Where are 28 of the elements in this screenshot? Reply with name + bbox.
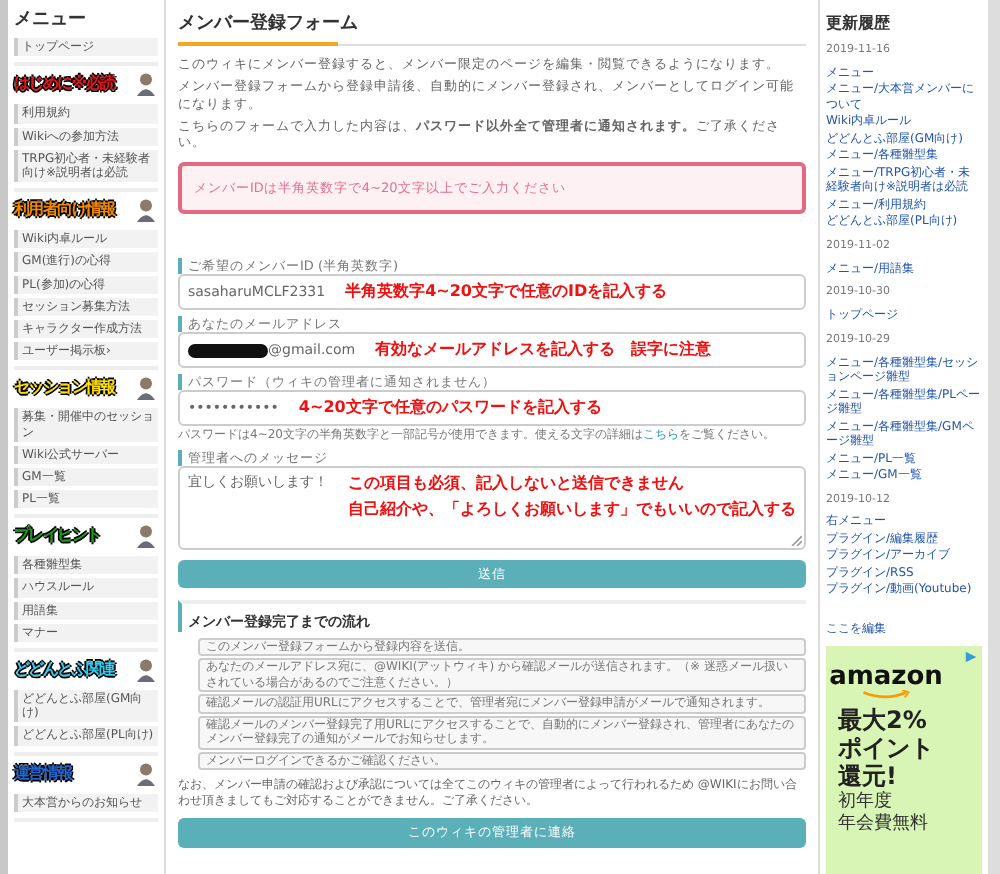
annotation-text: 自己紹介や、「よろしくお願いします」でもいいので記入する	[348, 500, 796, 520]
section-heading: 利用者向け情報	[14, 200, 115, 221]
ad-text: 年会費無料	[838, 814, 930, 837]
sidebar-title: 更新履歴	[826, 14, 892, 34]
section-heading: 運営情報	[14, 763, 72, 784]
annotation-text: 4~20文字で任意のパスワードを記入する	[298, 398, 602, 419]
character-icon	[134, 656, 158, 684]
ad-headline: 最大2%	[838, 708, 929, 737]
ad-headline: 還元!	[838, 763, 899, 791]
character-icon	[134, 374, 158, 403]
character-icon	[134, 70, 158, 99]
ad-headline: ポイント	[838, 736, 936, 764]
character-icon	[134, 759, 158, 788]
annotation-text: この項目も必須、記入しないと送信できません	[348, 474, 686, 494]
section-heading: どどんとふ関連	[14, 660, 115, 680]
menu-title: メニュー	[14, 10, 88, 33]
character-icon	[134, 196, 158, 225]
annotation-text: 半角英数字4~20文字で任意のIDを記入する	[345, 282, 668, 303]
character-icon	[134, 522, 158, 551]
section-heading: はじめに※必読	[14, 74, 115, 95]
section-heading: プレイヒント	[14, 526, 101, 547]
ad-banner[interactable]: amazon 最大2% ポイント 還元! 初年度 年会費無料	[826, 646, 982, 874]
annotation-text: 有効なメールアドレスを記入する 誤字に注意	[375, 340, 712, 361]
play-triangle-icon[interactable]	[964, 650, 978, 665]
resize-grip-icon[interactable]	[790, 534, 802, 546]
section-heading: セッション情報	[14, 378, 115, 399]
ad-text: 初年度	[838, 791, 894, 813]
logo-text: amazon	[829, 664, 943, 691]
